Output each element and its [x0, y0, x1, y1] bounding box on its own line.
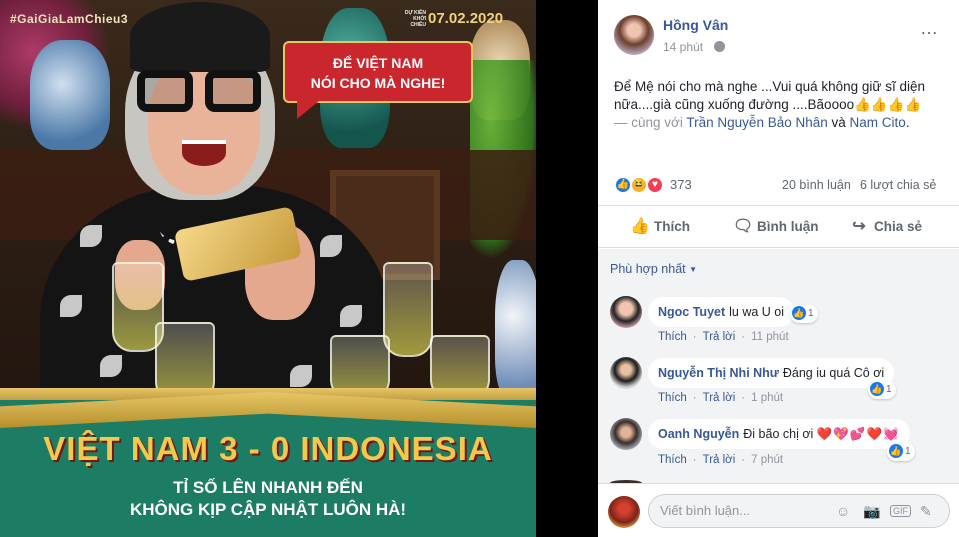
- and-word: và: [831, 115, 846, 130]
- comment-text: lu wa U oi: [729, 305, 785, 319]
- comment-bubble: Oanh Nguyễn Đi bão chị ơi ❤️💖💕❤️💓: [648, 419, 910, 449]
- vase-decoration: [30, 40, 110, 150]
- comment-bubble: Nguyễn Thị Nhi Như Đáng iu quá Cô ơi: [648, 358, 895, 388]
- comment-bubble: Ngoc Tuyet lu wa U oi: [648, 297, 795, 327]
- comment-reaction-badge[interactable]: 👍 1: [868, 381, 896, 399]
- comment-reaction-badge[interactable]: 👍 1: [790, 305, 818, 323]
- sticker-icon[interactable]: ✎: [920, 503, 932, 520]
- commenter-avatar[interactable]: [610, 357, 642, 389]
- like-icon: 👍: [792, 306, 806, 321]
- bubble-line-2: NÓI CHO MÀ NGHE!: [310, 75, 446, 91]
- tagged-user-1[interactable]: Trần Nguyễn Bảo Nhân: [686, 115, 827, 130]
- share-label: Chia sẻ: [874, 219, 923, 234]
- bubble-line-1: ĐỂ VIỆT NAM: [332, 55, 424, 71]
- like-button[interactable]: 👍 Thích: [630, 212, 690, 242]
- comment-sort-dropdown[interactable]: Phù hợp nhất ▼: [610, 262, 697, 276]
- globe-icon: [714, 41, 725, 52]
- gif-icon[interactable]: GIF: [890, 505, 911, 517]
- vase-decoration: [495, 260, 536, 400]
- comment-meta: Thích · Trả lời · 1 phút: [658, 392, 784, 404]
- photo-viewer: #GaiGiaLamChieu3 DỰ KIẾN KHỞI CHIẾU 07.02…: [0, 0, 959, 537]
- score-subtitle-2: KHÔNG KỊP CẬP NHẬT LUÔN HÀ!: [129, 500, 407, 519]
- release-small-label: DỰ KIẾN KHỞI CHIẾU: [404, 10, 426, 29]
- comment-count[interactable]: 20 bình luận: [782, 178, 851, 192]
- current-user-avatar[interactable]: [608, 496, 640, 528]
- post-side-panel: Hồng Vân 14 phút … Để Mệ nói cho mà nghe…: [598, 0, 959, 537]
- commenter-name[interactable]: Nguyễn Thị Nhi Như: [658, 366, 779, 380]
- comment-like-link[interactable]: Thích: [658, 331, 687, 343]
- wine-glass: [383, 262, 433, 357]
- woman-hat: [130, 2, 270, 72]
- score-title: VIỆT NAM 3 - 0 INDONESIA: [43, 430, 493, 467]
- comment-like-link[interactable]: Thích: [658, 454, 687, 466]
- author-avatar[interactable]: [614, 15, 654, 55]
- caret-down-icon: ▼: [689, 265, 698, 275]
- like-label: Thích: [654, 219, 690, 234]
- with-prefix: — cùng với: [614, 115, 683, 130]
- reaction-count[interactable]: 373: [670, 177, 692, 192]
- camera-icon[interactable]: 📷: [863, 503, 880, 520]
- commenter-name[interactable]: Ngoc Tuyet: [658, 305, 725, 319]
- glasses: [137, 70, 272, 116]
- release-date-value: 07.02.2020: [428, 10, 504, 27]
- share-button[interactable]: ↪ Chia sẻ: [850, 212, 922, 242]
- like-icon: 👍: [870, 382, 884, 397]
- post-time[interactable]: 14 phút: [663, 40, 703, 54]
- comment-input-placeholder[interactable]: Viết bình luận...: [660, 503, 750, 518]
- speech-bubble: ĐỂ VIỆT NAM NÓI CHO MÀ NGHE!: [283, 41, 473, 119]
- author-name[interactable]: Hồng Vân: [663, 17, 728, 33]
- thumbs-up-emoji: 👍👍👍👍: [854, 97, 922, 112]
- comment-text: Đi bão chị ơi: [743, 427, 814, 441]
- mouth: [182, 140, 226, 166]
- comment-reaction-badge[interactable]: 👍 1: [887, 443, 915, 461]
- emoji-icon[interactable]: ☺: [836, 503, 850, 519]
- comment-reaction-count: 1: [905, 446, 911, 457]
- comment-meta: Thích · Trả lời · 7 phút: [658, 454, 784, 466]
- commenter-avatar[interactable]: [610, 296, 642, 328]
- commenter-name[interactable]: Oanh Nguyễn: [658, 427, 739, 441]
- comment-text: Đáng iu quá Cô ơi: [782, 366, 885, 380]
- release-date: DỰ KIẾN KHỞI CHIẾU 07.02.2020: [400, 10, 503, 28]
- more-options-icon[interactable]: …: [920, 18, 939, 39]
- like-icon: 👍: [889, 444, 903, 459]
- comment-button[interactable]: 🗨 Bình luận: [733, 212, 819, 242]
- comment-like-link[interactable]: Thích: [658, 392, 687, 404]
- poster-hashtag: #GaiGiaLamChieu3: [10, 12, 129, 26]
- comment-time[interactable]: 1 phút: [751, 392, 783, 404]
- comment-reaction-count: 1: [886, 384, 892, 395]
- love-reaction-icon[interactable]: ♥: [646, 176, 664, 194]
- commenter-avatar[interactable]: [610, 418, 642, 450]
- share-icon: ↪: [852, 218, 866, 235]
- post-text: Để Mệ nói cho mà nghe ...Vui quá không g…: [614, 78, 949, 132]
- share-count[interactable]: 6 lượt chia sẻ: [860, 178, 936, 192]
- comment-time[interactable]: 11 phút: [751, 331, 789, 343]
- comment-reply-link[interactable]: Trả lời: [703, 331, 736, 343]
- comment-meta: Thích · Trả lời · 11 phút: [658, 331, 789, 343]
- tagged-user-2[interactable]: Nam Cito: [850, 115, 906, 130]
- score-subtitle-1: TỈ SỐ LÊN NHANH ĐẾN: [173, 478, 363, 497]
- comment-reply-link[interactable]: Trả lời: [703, 392, 736, 404]
- movie-poster-photo[interactable]: #GaiGiaLamChieu3 DỰ KIẾN KHỞI CHIẾU 07.02…: [0, 0, 536, 537]
- comment-time[interactable]: 7 phút: [751, 454, 783, 466]
- comment-label: Bình luận: [757, 219, 819, 234]
- comment-icon: 🗨: [733, 218, 754, 235]
- comment-reply-link[interactable]: Trả lời: [703, 454, 736, 466]
- thumbs-up-icon: 👍: [630, 218, 650, 235]
- hearts-emoji: ❤️💖💕❤️💓: [816, 427, 900, 441]
- comment-reaction-count: 1: [808, 308, 814, 319]
- tag-end: .: [905, 115, 910, 130]
- sort-label: Phù hợp nhất: [610, 262, 686, 276]
